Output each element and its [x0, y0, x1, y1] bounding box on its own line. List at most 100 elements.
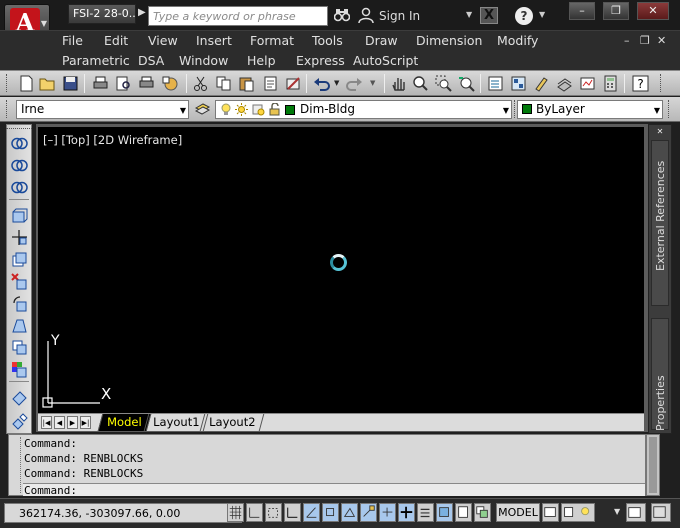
rotate-faces-icon[interactable] [11, 295, 28, 312]
selection-cycling-button[interactable] [474, 503, 491, 522]
print-icon[interactable] [92, 75, 109, 92]
layer-dropdown[interactable]: Dim-Bldg ▼ [215, 100, 512, 119]
model-space-button[interactable]: MODEL [496, 503, 540, 522]
redo-icon[interactable] [346, 75, 363, 92]
offset-faces-icon[interactable] [11, 251, 28, 268]
annotation-scale-button[interactable] [561, 503, 595, 522]
minimize-button[interactable]: – [569, 2, 595, 20]
menu-autoscript[interactable]: AutoScript [353, 53, 418, 68]
publish-icon[interactable] [138, 75, 155, 92]
polar-tracking-button[interactable] [303, 503, 320, 522]
menu-insert[interactable]: Insert [196, 33, 232, 48]
pan-hand-icon[interactable] [390, 75, 407, 92]
help-icon[interactable]: ? [632, 75, 649, 92]
command-window-grip[interactable] [11, 437, 21, 493]
subtract-icon[interactable] [11, 157, 28, 174]
viewport-controls-label[interactable]: [–] [Top] [2D Wireframe] [43, 133, 182, 147]
next-tab-button[interactable]: ▶ [67, 416, 78, 429]
move-faces-icon[interactable] [11, 229, 28, 246]
redo-dropdown-icon[interactable]: ▼ [370, 79, 375, 87]
new-file-icon[interactable] [18, 75, 35, 92]
doc-close-button[interactable]: ✕ [657, 34, 666, 47]
match-properties-icon[interactable] [262, 75, 279, 92]
tab-layout1[interactable]: Layout1 [143, 414, 209, 431]
toolbar-grip[interactable] [6, 100, 9, 118]
coordinates-readout[interactable]: 362174.36, -303097.66, 0.00 [4, 503, 242, 523]
menu-draw[interactable]: Draw [365, 33, 398, 48]
menu-dsa[interactable]: DSA [138, 53, 164, 68]
toolbar-grip[interactable] [660, 74, 663, 92]
close-icon[interactable]: ✕ [651, 127, 669, 136]
taper-faces-icon[interactable] [11, 317, 28, 334]
color-faces-icon[interactable] [11, 361, 28, 378]
doc-minimize-button[interactable]: – [624, 34, 630, 47]
zoom-previous-icon[interactable] [458, 75, 475, 92]
design-center-icon[interactable] [510, 75, 527, 92]
save-icon[interactable] [62, 75, 79, 92]
menu-dimension[interactable]: Dimension [416, 33, 482, 48]
object-snap-tracking-button[interactable] [360, 503, 377, 522]
search-input[interactable]: Type a keyword or phrase [148, 6, 328, 26]
infer-constraints-button[interactable] [246, 503, 263, 522]
last-tab-button[interactable]: ▶| [80, 416, 91, 429]
external-references-palette-tab[interactable]: External References [651, 140, 669, 306]
zoom-window-icon[interactable] [435, 75, 452, 92]
menu-edit[interactable]: Edit [104, 33, 128, 48]
menu-tools[interactable]: Tools [312, 33, 343, 48]
drawing-viewport[interactable]: [–] [Top] [2D Wireframe] Y X [38, 127, 644, 413]
grid-display-button[interactable] [227, 503, 244, 522]
transparency-button[interactable] [436, 503, 453, 522]
dynamic-ucs-button[interactable] [379, 503, 396, 522]
ortho-mode-button[interactable] [284, 503, 301, 522]
menu-view[interactable]: View [148, 33, 178, 48]
paste-icon[interactable] [238, 75, 255, 92]
color-dropdown[interactable]: ByLayer ▼ [517, 100, 663, 119]
document-tab[interactable]: FSI-2 28-0... [68, 4, 136, 24]
tab-model[interactable]: Model [97, 414, 151, 431]
toolbar-lock-button[interactable] [651, 503, 671, 522]
command-scrollbar[interactable] [646, 434, 660, 496]
undo-dropdown-icon[interactable]: ▼ [334, 79, 339, 87]
undo-icon[interactable] [313, 75, 330, 92]
copy-faces-icon[interactable] [11, 339, 28, 356]
globe-icon[interactable] [162, 75, 179, 92]
tool-palettes-icon[interactable] [533, 75, 550, 92]
menu-help[interactable]: Help [247, 53, 276, 68]
toolbar-grip[interactable] [6, 74, 9, 92]
quick-properties-button[interactable] [455, 503, 472, 522]
unlock-icon[interactable] [269, 103, 281, 116]
dynamic-input-button[interactable] [398, 503, 415, 522]
open-folder-icon[interactable] [39, 75, 56, 92]
sheet-set-icon[interactable] [556, 75, 573, 92]
zoom-realtime-icon[interactable] [412, 75, 429, 92]
clean-screen-button[interactable] [626, 503, 646, 522]
chevron-down-icon[interactable]: ▼ [466, 10, 472, 19]
markup-icon[interactable] [579, 75, 596, 92]
copy-icon[interactable] [215, 75, 232, 92]
extrude-faces-icon[interactable] [11, 207, 28, 224]
first-tab-button[interactable]: |◀ [41, 416, 52, 429]
exchange-icon[interactable]: X [480, 7, 498, 24]
menu-express[interactable]: Express [296, 53, 345, 68]
viewport-freeze-icon[interactable] [252, 103, 265, 116]
menu-window[interactable]: Window [179, 53, 228, 68]
help-icon[interactable]: ? [515, 7, 533, 25]
snap-mode-button[interactable] [265, 503, 282, 522]
union-icon[interactable] [11, 135, 28, 152]
chevron-right-icon[interactable]: ▶ [138, 7, 146, 18]
restore-button[interactable]: ❐ [603, 2, 629, 20]
chevron-down-icon[interactable]: ▼ [539, 10, 545, 19]
imprint-icon[interactable] [11, 389, 28, 406]
menu-parametric[interactable]: Parametric [62, 53, 130, 68]
separate-icon[interactable] [11, 413, 28, 430]
workspace-dropdown[interactable]: Irne ▼ [16, 100, 189, 119]
properties-palette-tab[interactable]: Properties [651, 318, 669, 431]
calculator-icon[interactable] [602, 75, 619, 92]
lineweight-button[interactable] [417, 503, 434, 522]
lightbulb-icon[interactable] [220, 103, 232, 116]
layer-properties-icon[interactable] [194, 100, 211, 117]
scrollbar-thumb[interactable] [649, 437, 657, 493]
3d-object-snap-button[interactable] [341, 503, 358, 522]
sun-icon[interactable] [235, 103, 248, 116]
tab-layout2[interactable]: Layout2 [199, 414, 265, 431]
